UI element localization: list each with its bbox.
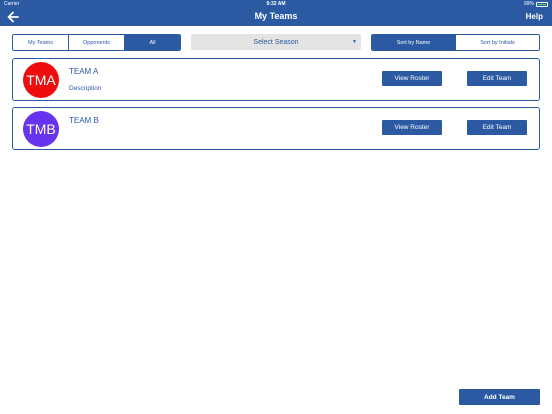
battery-percent: 99% [523,1,534,7]
status-time: 9:32 AM [266,1,286,7]
triangle-down-icon: ▼ [352,39,357,45]
team-card[interactable]: TMB TEAM B View Roster Edit Team [12,107,540,150]
season-select[interactable]: Select Season ▼ [191,34,361,50]
team-name: TEAM A [69,67,99,76]
avatar: TMA [23,62,59,98]
view-roster-button[interactable]: View Roster [382,71,442,86]
add-team-button[interactable]: Add Team [459,389,540,405]
season-select-value: Select Season [253,38,299,46]
tab-opponents[interactable]: Opponents [68,35,124,50]
sort-by-initials-tab[interactable]: Sort by Initials [455,35,539,50]
status-bar: Carrier 9:32 AM 99% [0,0,552,8]
edit-team-button[interactable]: Edit Team [467,120,527,135]
page-title: My Teams [254,11,298,21]
tab-my-teams[interactable]: My Teams [13,35,68,50]
nav-bar: My Teams Help [0,8,552,26]
view-roster-button[interactable]: View Roster [382,120,442,135]
team-description: Description [69,85,102,92]
team-card[interactable]: TMA TEAM A Description View Roster Edit … [12,58,540,101]
edit-team-button[interactable]: Edit Team [467,71,527,86]
avatar: TMB [23,111,59,147]
team-name: TEAM B [69,116,99,125]
team-filter-segment: My Teams Opponents All [12,34,181,51]
battery-icon [536,2,548,7]
help-button[interactable]: Help [526,12,543,21]
sort-segment: Sort by Name Sort by Initials [371,34,540,51]
sort-by-name-tab[interactable]: Sort by Name [372,35,455,50]
tab-all[interactable]: All [124,35,180,50]
